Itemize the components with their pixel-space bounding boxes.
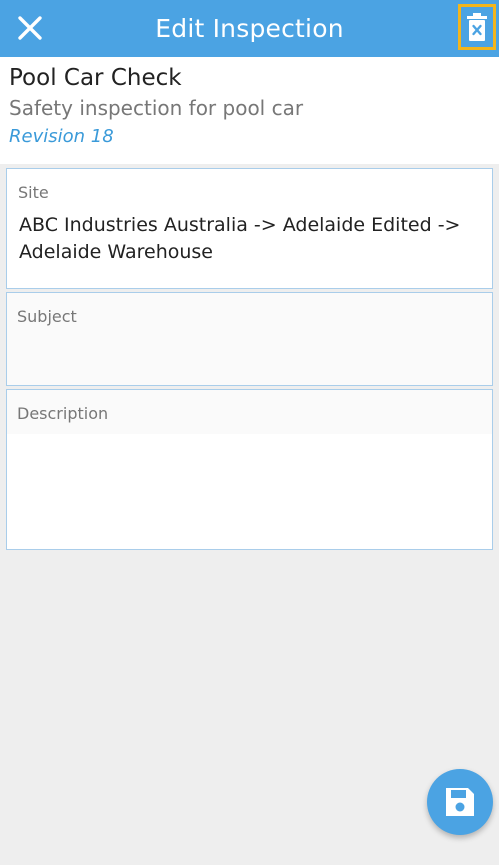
app-screen: Edit Inspection Pool Car Check Safety in… (0, 0, 499, 865)
inspection-header: Pool Car Check Safety inspection for poo… (0, 57, 499, 164)
site-value: ABC Industries Australia -> Adelaide Edi… (19, 214, 461, 263)
site-label: Site (18, 183, 49, 202)
description-input[interactable] (7, 434, 492, 444)
save-button[interactable] (427, 769, 493, 835)
subject-input[interactable] (7, 326, 492, 336)
subject-label: Subject (17, 307, 77, 326)
page-title: Edit Inspection (155, 14, 344, 43)
site-field[interactable]: Site ABC Industries Australia -> Adelaid… (6, 168, 493, 289)
save-icon (446, 788, 474, 816)
top-app-bar: Edit Inspection (0, 0, 499, 57)
description-label: Description (17, 404, 109, 423)
close-icon (18, 16, 42, 40)
subject-field[interactable]: Subject (6, 292, 493, 386)
trash-delete-icon (467, 13, 487, 41)
delete-button[interactable] (458, 4, 496, 50)
description-label-strip: Description (7, 390, 492, 434)
revision-link[interactable]: Revision 18 (9, 123, 490, 151)
inspection-description: Safety inspection for pool car (9, 96, 304, 120)
close-button[interactable] (14, 12, 46, 44)
description-field[interactable]: Description (6, 389, 493, 550)
inspection-name: Pool Car Check (9, 65, 182, 91)
